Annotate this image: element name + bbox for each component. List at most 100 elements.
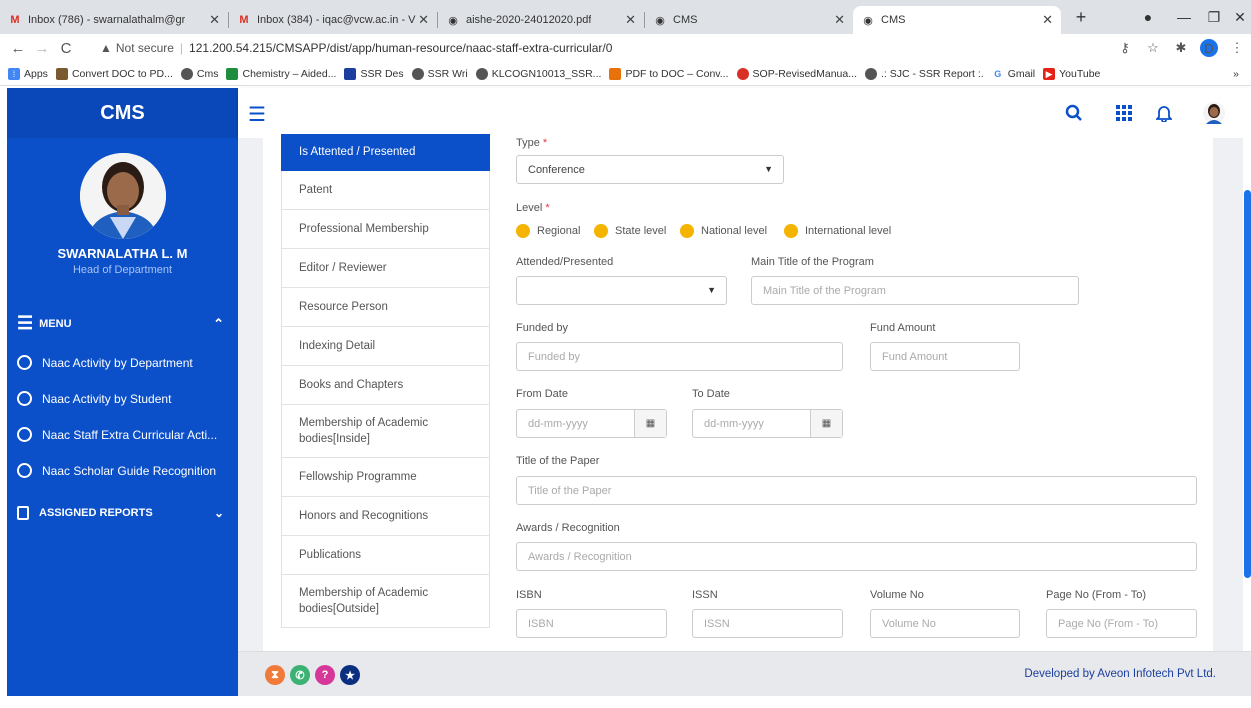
reload-icon[interactable]: C xyxy=(54,40,78,57)
tab-title: Inbox (786) - swarnalathalm@gr xyxy=(28,14,186,26)
bookmark-item[interactable]: SSR Wri xyxy=(411,67,468,80)
bookmark-item[interactable]: G Gmail xyxy=(991,67,1035,80)
sidebar-item-scholar-guide[interactable]: Naac Scholar Guide Recognition xyxy=(17,463,216,478)
app-logo[interactable]: CMS xyxy=(7,88,238,138)
main-title-input[interactable]: Main Title of the Program xyxy=(751,276,1079,305)
sidebar-item-label: Naac Scholar Guide Recognition xyxy=(42,463,217,478)
profile-avatar[interactable]: D xyxy=(1200,39,1218,57)
bookmark-item[interactable]: SOP-RevisedManua... xyxy=(736,67,857,80)
bookmark-item[interactable]: Cms xyxy=(180,67,218,80)
back-icon[interactable]: ← xyxy=(6,40,30,57)
issn-input[interactable]: ISSN xyxy=(692,609,843,638)
bookmark-item[interactable]: Chemistry – Aided... xyxy=(226,67,336,80)
browser-tab[interactable]: M Inbox (384) - iqac@vcw.ac.in - V ✕ xyxy=(229,6,437,34)
category-indexing-detail[interactable]: Indexing Detail xyxy=(281,327,490,366)
user-name: SWARNALATHA L. M xyxy=(57,246,188,261)
youtube-icon: ▶ xyxy=(1043,67,1056,80)
category-membership-outside[interactable]: Membership of Academic bodies[Outside] xyxy=(281,575,490,628)
browser-tab[interactable]: ◉ aishe-2020-24012020.pdf ✕ xyxy=(438,6,644,34)
bookmark-item[interactable]: KLCOGN10013_SSR... xyxy=(475,67,601,80)
bookmark-item[interactable]: PDF to DOC – Conv... xyxy=(609,67,729,80)
category-publications[interactable]: Publications xyxy=(281,536,490,575)
to-date-input[interactable]: dd-mm-yyyy ▦ xyxy=(692,409,843,438)
sidebar-item-staff-extra-curricular[interactable]: Naac Staff Extra Curricular Acti... xyxy=(17,427,217,442)
awards-input[interactable]: Awards / Recognition xyxy=(516,542,1197,571)
to-date-label: To Date xyxy=(692,388,730,400)
user-avatar-icon[interactable] xyxy=(1200,100,1228,126)
level-radio-international[interactable]: International level xyxy=(784,224,891,238)
phone-icon[interactable]: ✆ xyxy=(290,665,310,685)
bookmark-item[interactable]: ▶ YouTube xyxy=(1043,67,1100,80)
category-attended-presented[interactable]: Is Attented / Presented xyxy=(281,134,490,171)
chevron-down-icon: ⌄ xyxy=(213,506,224,520)
category-professional-membership[interactable]: Professional Membership xyxy=(281,210,490,249)
forward-icon[interactable]: → xyxy=(30,40,54,57)
level-radio-regional[interactable]: Regional xyxy=(516,224,580,238)
close-icon[interactable]: ✕ xyxy=(834,12,845,28)
close-icon[interactable]: ✕ xyxy=(209,12,220,28)
star-icon[interactable]: ★ xyxy=(340,665,360,685)
assigned-reports-menu[interactable]: ASSIGNED REPORTS ⌄ xyxy=(17,506,224,520)
bookmark-item[interactable]: .: SJC - SSR Report :. xyxy=(865,67,984,80)
category-editor-reviewer[interactable]: Editor / Reviewer xyxy=(281,249,490,288)
scrollbar-thumb[interactable] xyxy=(1244,190,1251,578)
bookmark-icon xyxy=(736,67,749,80)
category-honors[interactable]: Honors and Recognitions xyxy=(281,497,490,536)
circle-icon xyxy=(17,391,32,406)
sidebar-item-activity-department[interactable]: Naac Activity by Department xyxy=(17,355,193,370)
radio-icon xyxy=(680,224,694,238)
tab-search-icon[interactable]: ● xyxy=(1130,0,1166,34)
bell-icon[interactable] xyxy=(1150,100,1178,126)
paper-title-input[interactable]: Title of the Paper xyxy=(516,476,1197,505)
volume-input[interactable]: Volume No xyxy=(870,609,1020,638)
document-icon xyxy=(17,506,29,520)
calendar-icon[interactable]: ▦ xyxy=(810,410,842,437)
more-icon[interactable]: ⋮ xyxy=(1223,40,1251,56)
help-icon[interactable]: ? xyxy=(315,665,335,685)
new-tab-button[interactable]: + xyxy=(1063,0,1099,34)
isbn-input[interactable]: ISBN xyxy=(516,609,667,638)
level-radio-national[interactable]: National level xyxy=(680,224,767,238)
close-icon[interactable]: ✕ xyxy=(625,12,636,28)
globe-icon: ◉ xyxy=(448,14,458,27)
browser-tab-active[interactable]: ◉ CMS ✕ xyxy=(853,6,1061,34)
hamburger-icon[interactable]: ☰ xyxy=(248,102,266,127)
from-date-input[interactable]: dd-mm-yyyy ▦ xyxy=(516,409,667,438)
browser-tab[interactable]: ◉ CMS ✕ xyxy=(645,6,853,34)
type-select[interactable]: Conference ▼ xyxy=(516,155,784,184)
apps-grid-icon[interactable] xyxy=(1110,100,1138,126)
calendar-icon[interactable]: ▦ xyxy=(634,410,666,437)
category-resource-person[interactable]: Resource Person xyxy=(281,288,490,327)
more-bookmarks[interactable]: » xyxy=(1233,68,1239,80)
fund-amount-input[interactable]: Fund Amount xyxy=(870,342,1020,371)
bookmark-item[interactable]: Convert DOC to PD... xyxy=(55,67,173,80)
browser-tab[interactable]: M Inbox (786) - swarnalathalm@gr ✕ xyxy=(0,6,228,34)
category-books-chapters[interactable]: Books and Chapters xyxy=(281,366,490,405)
hourglass-icon[interactable]: ⧗ xyxy=(265,665,285,685)
gmail-icon: M xyxy=(239,14,249,26)
bookmark-item[interactable]: ⁞ Apps xyxy=(8,67,48,80)
sidebar-item-activity-student[interactable]: Naac Activity by Student xyxy=(17,391,171,406)
url-field[interactable]: ▲ Not secure | 121.200.54.215/CMSAPP/dis… xyxy=(100,37,1100,59)
category-patent[interactable]: Patent xyxy=(281,171,490,210)
menu-label: MENU xyxy=(39,317,72,330)
category-membership-inside[interactable]: Membership of Academic bodies[Inside] xyxy=(281,405,490,458)
search-icon[interactable] xyxy=(1060,100,1088,126)
close-icon[interactable]: ✕ xyxy=(418,12,429,28)
category-fellowship[interactable]: Fellowship Programme xyxy=(281,458,490,497)
attended-select[interactable]: ▼ xyxy=(516,276,727,305)
star-icon[interactable]: ☆ xyxy=(1139,40,1167,56)
sidebar-item-label: Naac Activity by Student xyxy=(42,391,172,406)
page-no-input[interactable]: Page No (From - To) xyxy=(1046,609,1197,638)
close-icon[interactable]: ✕ xyxy=(1042,12,1053,28)
bookmark-item[interactable]: SSR Des xyxy=(344,67,404,80)
funded-by-input[interactable]: Funded by xyxy=(516,342,843,371)
key-icon[interactable]: ⚷ xyxy=(1111,40,1139,56)
attended-label: Attended/Presented xyxy=(516,256,614,268)
window-close-button[interactable]: ✕ xyxy=(1222,0,1251,34)
level-radio-state[interactable]: State level xyxy=(594,224,666,238)
menu-header[interactable]: ☰ MENU ⌃ xyxy=(17,313,224,334)
developer-credit[interactable]: Developed by Aveon Infotech Pvt Ltd. xyxy=(1024,668,1216,680)
radio-icon xyxy=(784,224,798,238)
extensions-icon[interactable]: ✱ xyxy=(1167,40,1195,56)
